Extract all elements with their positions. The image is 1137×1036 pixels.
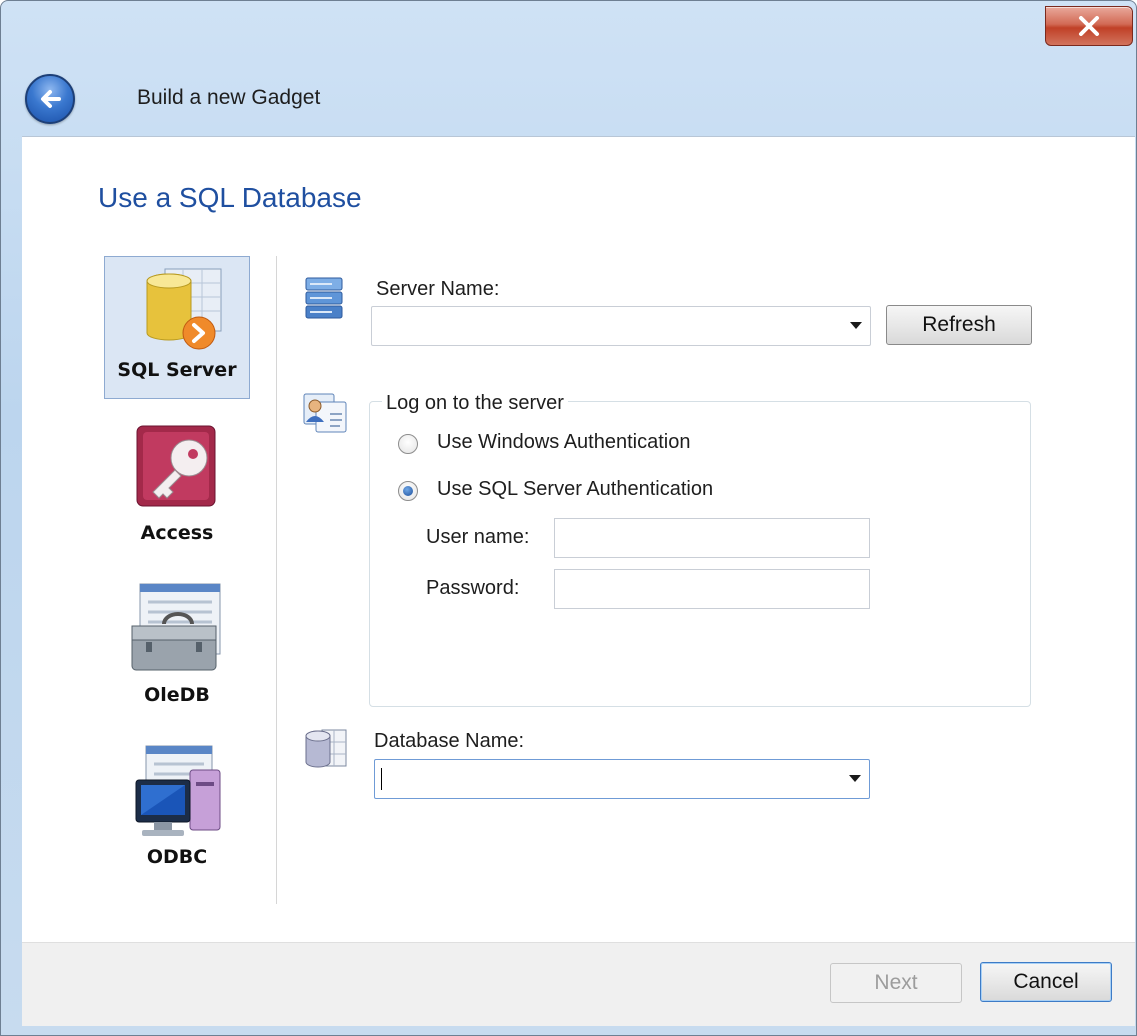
database-table-icon: [305, 729, 347, 768]
password-field[interactable]: [554, 569, 870, 609]
back-arrow-icon: [41, 90, 61, 108]
cancel-button[interactable]: Cancel: [980, 962, 1112, 1002]
user-cards-icon: [303, 393, 347, 433]
source-item-oledb[interactable]: OleDB: [104, 580, 250, 715]
toolbox-icon: [131, 583, 221, 671]
close-icon: [1079, 16, 1099, 36]
divider: [276, 256, 277, 904]
text-caret: [381, 768, 382, 790]
logon-group-legend: Log on to the server: [382, 392, 568, 415]
source-item-sql-server[interactable]: SQL Server: [104, 256, 250, 399]
source-item-access[interactable]: Access: [104, 420, 250, 555]
sql-auth-radio[interactable]: [398, 481, 418, 501]
username-label: User name:: [426, 526, 530, 548]
source-label-odbc: ODBC: [146, 846, 208, 868]
access-key-icon: [136, 425, 216, 507]
back-button[interactable]: [25, 74, 75, 124]
password-label: Password:: [426, 577, 520, 599]
server-stack-icon: [305, 277, 343, 319]
chevron-down-icon[interactable]: [850, 322, 862, 329]
computer-icon: [135, 745, 221, 836]
source-item-odbc[interactable]: ODBC: [104, 744, 250, 879]
source-label-oledb: OleDB: [144, 684, 210, 706]
source-label-sql-server: SQL Server: [117, 359, 237, 381]
page-title: Use a SQL Database: [98, 182, 362, 213]
footer-bar: [22, 942, 1135, 1026]
username-field[interactable]: [554, 518, 870, 558]
database-name-label: Database Name:: [374, 730, 525, 752]
sql-auth-label[interactable]: Use SQL Server Authentication: [437, 478, 713, 501]
refresh-button[interactable]: Refresh: [886, 305, 1032, 345]
server-name-combo[interactable]: [371, 306, 871, 346]
server-name-label: Server Name:: [376, 278, 500, 300]
chevron-down-icon[interactable]: [849, 775, 861, 782]
window-title: Build a new Gadget: [137, 86, 321, 109]
windows-auth-radio[interactable]: [398, 434, 418, 454]
windows-auth-label[interactable]: Use Windows Authentication: [437, 431, 690, 454]
source-label-access: Access: [140, 522, 214, 544]
close-button[interactable]: [1045, 6, 1133, 46]
database-name-combo[interactable]: [374, 759, 870, 799]
radio-selected-dot: [403, 486, 413, 496]
next-button[interactable]: Next: [830, 963, 962, 1003]
sql-server-icon: [146, 268, 222, 350]
